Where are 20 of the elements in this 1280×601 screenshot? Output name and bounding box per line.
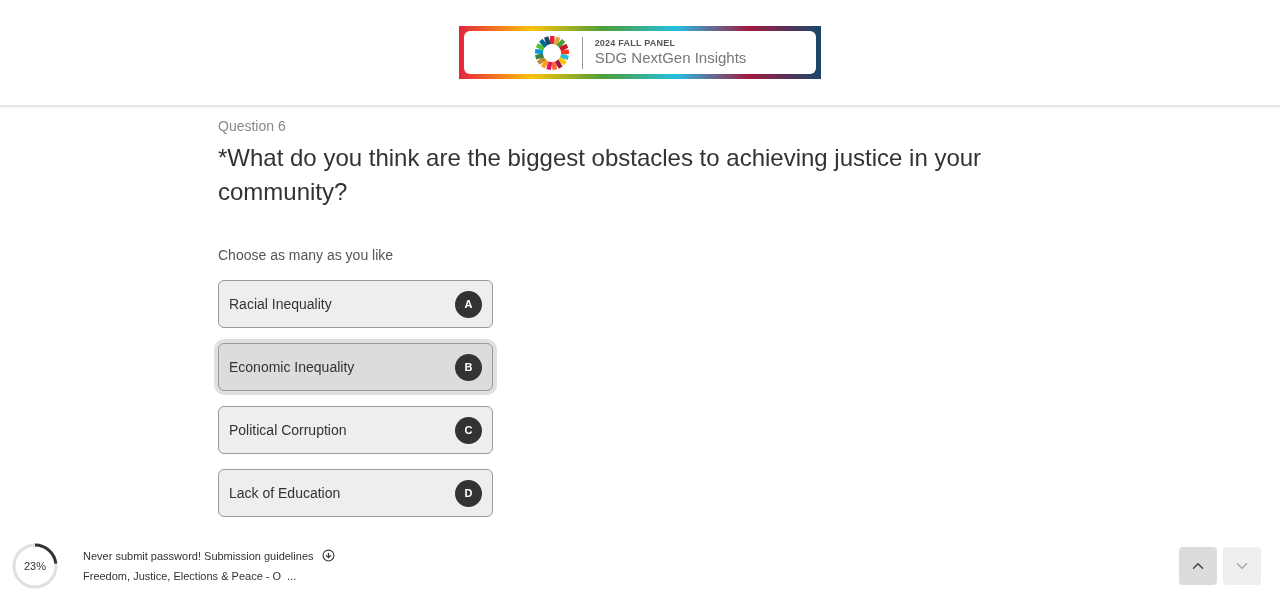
progress-ring [11,542,59,590]
choice-option[interactable]: Racial Inequality A [218,280,493,328]
topic-text: Freedom, Justice, Elections & Peace - O [83,569,282,584]
choice-key-badge: C [455,416,482,444]
progress-reading: 23% [24,560,46,572]
question-text: *What do you think are the biggest obstacles to achieving justice in your community? [218,143,983,207]
choice-key-badge: A [455,290,482,318]
notice-link[interactable]: Never submit password! Submission guidelines [83,547,314,564]
banner-title: SDG NextGen Insights [594,48,747,68]
choice-option[interactable]: Lack of Education D [218,469,493,517]
choice-option[interactable]: Political Corruption C [218,406,493,454]
question-hint: Choose as many as you like [218,246,395,265]
choice-key-badge: B [455,353,482,381]
banner-kicker: 2024 FALL PANEL [594,37,677,49]
question-number: Question 6 [218,117,287,136]
download-icon[interactable] [321,549,335,563]
previous-button[interactable] [1179,547,1217,585]
choice-key-badge: D [455,479,482,507]
wheel-logo-icon [533,34,570,71]
more-text[interactable]: ... [287,568,297,585]
